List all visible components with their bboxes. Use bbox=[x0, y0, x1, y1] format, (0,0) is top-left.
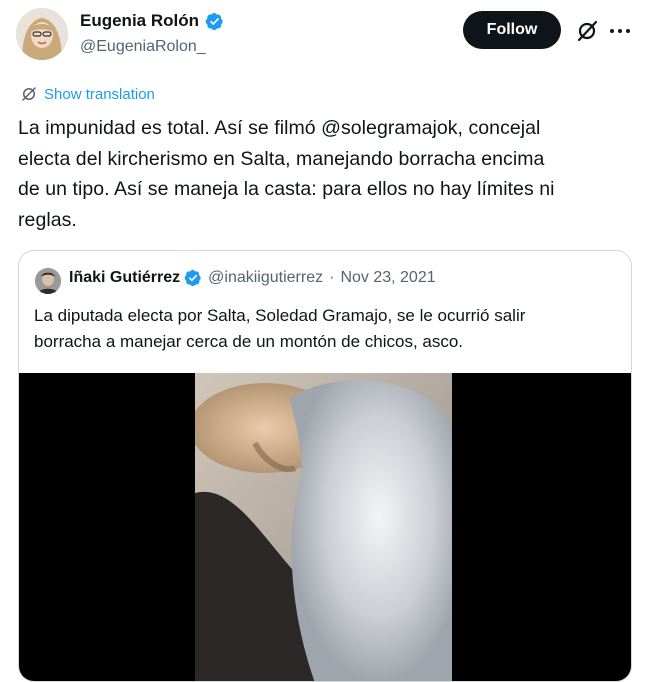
author-avatar-image bbox=[16, 8, 68, 60]
tweet-text-line: de un tipo. Así se maneja la casta: para… bbox=[18, 178, 555, 200]
quoted-header: Iñaki Gutiérrez @inakiigutierrez · Nov 2… bbox=[69, 269, 436, 287]
show-translation-link[interactable]: Show translation bbox=[44, 86, 155, 103]
follow-button[interactable]: Follow bbox=[463, 11, 561, 49]
author-name[interactable]: Eugenia Rolón bbox=[80, 11, 199, 31]
quoted-video[interactable] bbox=[19, 373, 631, 681]
author-name-row[interactable]: Eugenia Rolón bbox=[80, 11, 224, 31]
show-translation[interactable]: Show translation bbox=[20, 85, 155, 103]
quoted-text: La diputada electa por Salta, Soledad Gr… bbox=[34, 303, 624, 354]
quoted-tweet[interactable]: Iñaki Gutiérrez @inakiigutierrez · Nov 2… bbox=[18, 250, 632, 682]
quoted-author-avatar[interactable] bbox=[35, 268, 61, 294]
quoted-author-handle[interactable]: @inakiigutierrez bbox=[208, 269, 323, 287]
quoted-avatar-image bbox=[35, 268, 61, 294]
tweet-text: La impunidad es total. Así se filmó @sol… bbox=[18, 113, 628, 235]
translate-icon bbox=[22, 87, 36, 101]
author-avatar[interactable] bbox=[16, 8, 68, 60]
author-handle[interactable]: @EugeniaRolon_ bbox=[80, 38, 206, 56]
verified-badge-icon bbox=[205, 12, 223, 30]
quoted-text-line: La diputada electa por Salta, Soledad Gr… bbox=[34, 306, 526, 325]
quoted-date[interactable]: Nov 23, 2021 bbox=[340, 269, 435, 287]
video-still-image bbox=[195, 373, 452, 681]
grok-icon[interactable] bbox=[575, 19, 599, 43]
tweet-text-line: electa del kircherismo en Salta, manejan… bbox=[18, 147, 545, 170]
video-frame bbox=[195, 373, 452, 681]
tweet-text-line: reglas. bbox=[18, 208, 77, 231]
verified-badge-icon bbox=[184, 269, 201, 287]
quoted-separator: · bbox=[329, 269, 335, 286]
tweet-text-line: La impunidad es total. Así se filmó @sol… bbox=[18, 117, 541, 139]
more-icon[interactable] bbox=[606, 19, 634, 43]
quoted-text-line: borracha a manejar cerca de un montón de… bbox=[34, 331, 464, 351]
quoted-author-name[interactable]: Iñaki Gutiérrez bbox=[69, 269, 180, 287]
